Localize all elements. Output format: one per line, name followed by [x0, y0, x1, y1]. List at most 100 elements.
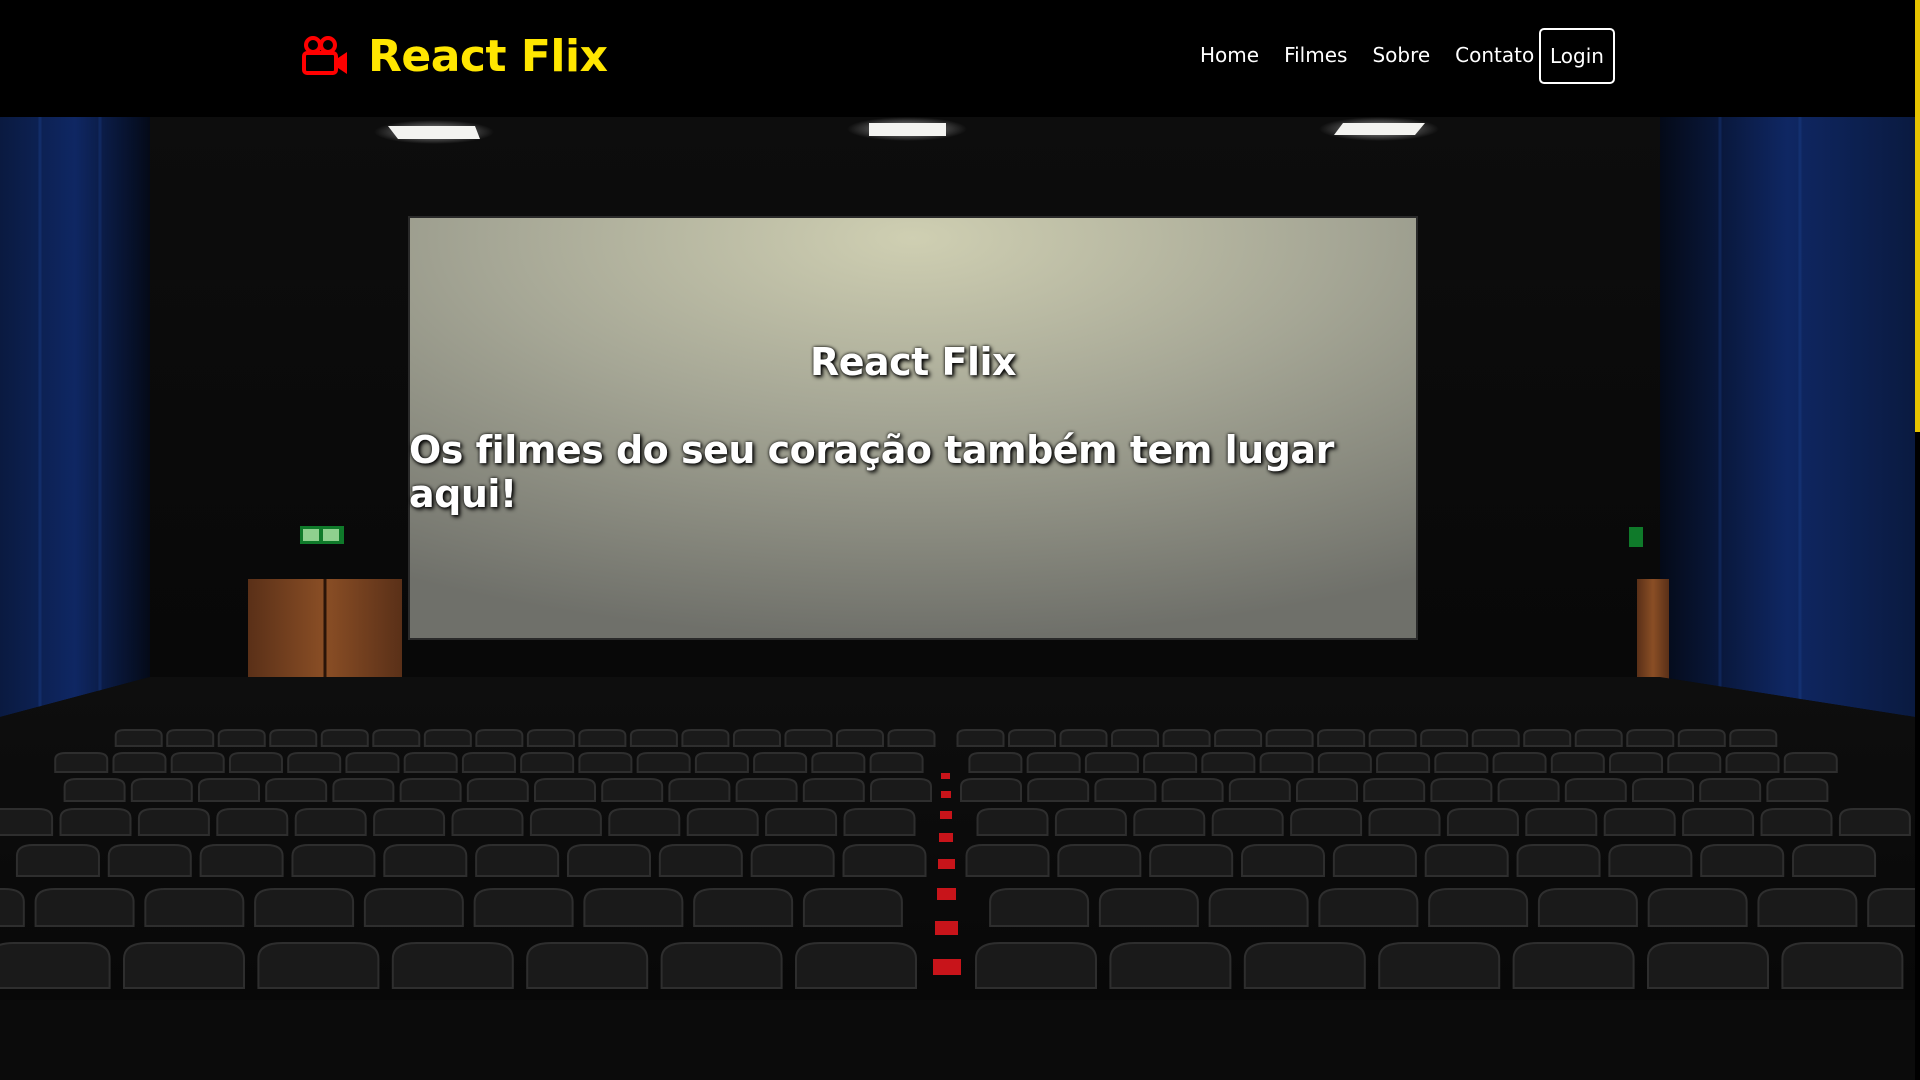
cinema-seat: [1376, 752, 1431, 773]
cinema-seat: [170, 752, 225, 773]
cinema-seat: [199, 844, 284, 877]
cinema-seat: [1574, 729, 1623, 747]
cinema-seat: [1525, 808, 1598, 836]
cinema-seat: [63, 778, 126, 802]
cinema-seat: [1265, 729, 1314, 747]
cinema-seat: [1211, 808, 1284, 836]
cinema-seat: [1516, 844, 1601, 877]
login-button[interactable]: Login: [1539, 28, 1615, 84]
nav-link-filmes[interactable]: Filmes: [1284, 43, 1347, 67]
cinema-seat: [1523, 729, 1572, 747]
cinema-seat: [423, 729, 472, 747]
cinema-seat: [1647, 942, 1769, 989]
cinema-seat: [1667, 752, 1722, 773]
cinema-seat: [1550, 752, 1605, 773]
cinema-seat: [217, 729, 266, 747]
cinema-seat: [1430, 778, 1493, 802]
cinema-seat: [1098, 888, 1199, 927]
cinema-seat: [216, 808, 289, 836]
cinema-seat: [1162, 729, 1211, 747]
cinema-seat: [1208, 888, 1309, 927]
cinema-seat: [802, 778, 865, 802]
cinema-seat: [1296, 778, 1358, 802]
navbar: React Flix Home Filmes Sobre Contato Log…: [0, 0, 1915, 117]
cinema-seat: [403, 752, 458, 773]
cinema-seat: [228, 752, 283, 773]
page-scrollbar[interactable]: [1915, 0, 1920, 1080]
cinema-seat: [144, 888, 245, 927]
cinema-seat: [257, 942, 380, 989]
cinema-seat: [660, 942, 783, 989]
cinema-seat: [198, 778, 260, 802]
cinema-seat: [1026, 752, 1081, 773]
cinema-seat: [1781, 942, 1904, 989]
cinema-seat: [1626, 729, 1675, 747]
cinema-seat: [658, 844, 743, 877]
cinema-seat: [1111, 729, 1160, 747]
cinema-seat: [578, 752, 633, 773]
cinema-seat: [451, 808, 524, 836]
cinema-seat: [869, 752, 924, 773]
cinema-seat: [1471, 729, 1520, 747]
cinema-seat: [1512, 942, 1635, 989]
cinema-seat: [566, 844, 651, 877]
cinema-seat: [466, 778, 529, 802]
cinema-seat: [1054, 808, 1127, 836]
cinema-seat: [802, 888, 903, 927]
cinema-seat: [1609, 752, 1664, 773]
cinema-seat: [1424, 844, 1509, 877]
nav-link-home[interactable]: Home: [1200, 43, 1259, 67]
cinema-seat: [1057, 844, 1142, 877]
nav-link-sobre[interactable]: Sobre: [1372, 43, 1430, 67]
cinema-seat: [887, 729, 936, 747]
cinema-seat: [784, 729, 833, 747]
cinema-seat: [1363, 778, 1426, 802]
cinema-seat: [843, 808, 916, 836]
page-bottom: [0, 1000, 1915, 1080]
cinema-seat: [1027, 778, 1090, 802]
cinema-seat: [254, 888, 355, 927]
cinema-seat: [475, 844, 560, 877]
cinema-seat: [578, 729, 627, 747]
cinema-seat: [1318, 888, 1419, 927]
scrollbar-thumb[interactable]: [1915, 0, 1920, 432]
brand-logo-link[interactable]: React Flix: [302, 28, 608, 84]
cinema-seat: [1059, 729, 1108, 747]
cinema-seat: [1647, 888, 1748, 927]
cinema-seat: [1332, 844, 1417, 877]
cinema-seat: [473, 888, 574, 927]
cinema-seat: [265, 778, 328, 802]
cinema-seat: [1317, 752, 1372, 773]
cinema-seat: [130, 778, 193, 802]
cinema-seat: [1838, 808, 1911, 836]
cinema-seat: [583, 888, 684, 927]
cinema-seat: [114, 729, 163, 747]
cinema-seat: [989, 888, 1090, 927]
cinema-seat: [956, 729, 1005, 747]
cinema-seat: [960, 778, 1022, 802]
cinema-seat: [1420, 729, 1469, 747]
cinema-seat: [681, 729, 730, 747]
cinema-seat: [694, 752, 749, 773]
cinema-seat: [320, 729, 369, 747]
nav-link-contato[interactable]: Contato: [1455, 43, 1534, 67]
cinema-seat: [1368, 729, 1417, 747]
cinema-seat: [668, 778, 731, 802]
cinema-seat: [1241, 844, 1326, 877]
cinema-seat: [107, 844, 192, 877]
cinema-seat: [1243, 942, 1366, 989]
cinema-seat: [1699, 778, 1762, 802]
cinema-seat: [1608, 844, 1693, 877]
cinema-seat: [1497, 778, 1560, 802]
cinema-seat: [1603, 808, 1676, 836]
cinema-seat: [1428, 888, 1529, 927]
hero-subtitle: Os filmes do seu coração também tem luga…: [409, 428, 1334, 516]
cinema-seat: [1368, 808, 1441, 836]
cinema-seat: [636, 752, 691, 773]
cinema-seat: [1201, 752, 1256, 773]
cinema-seat: [0, 942, 111, 989]
cinema-seat: [137, 808, 210, 836]
cinema-seat: [166, 729, 215, 747]
cinema-seat: [735, 778, 798, 802]
cinema-seat: [968, 752, 1023, 773]
